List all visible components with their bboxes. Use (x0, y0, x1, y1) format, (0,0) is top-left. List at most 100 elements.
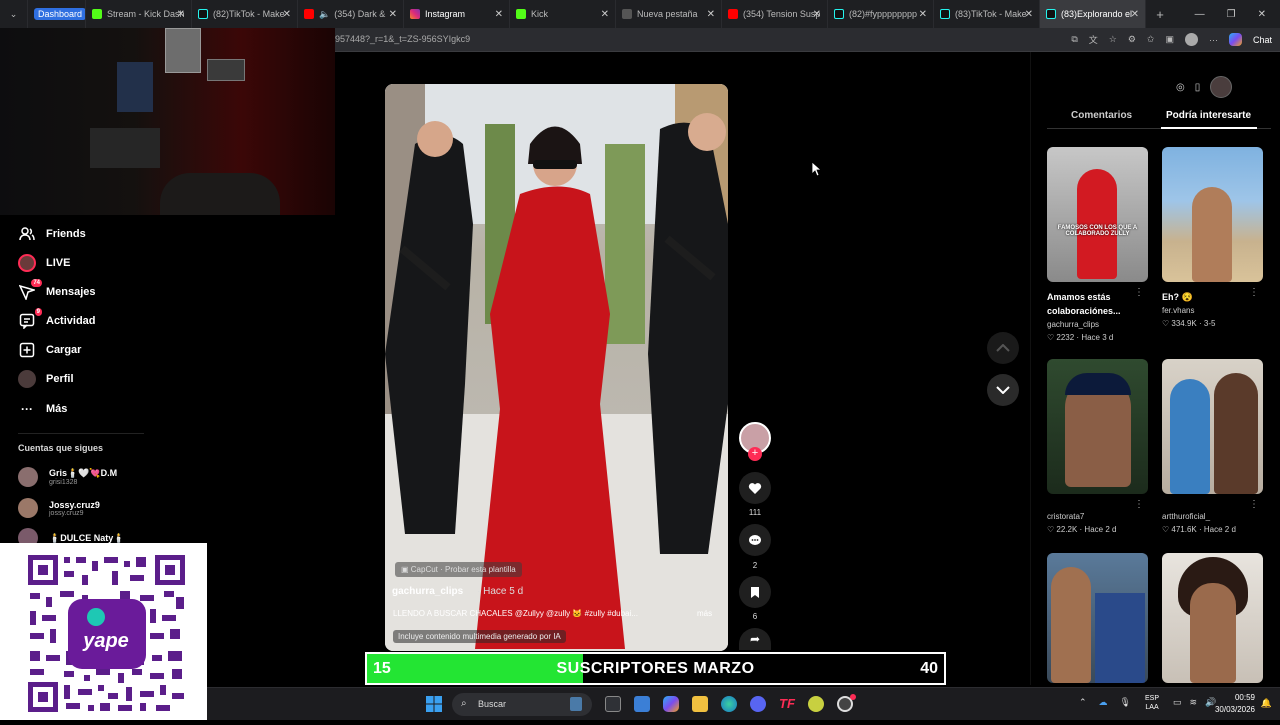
close-icon[interactable]: ✕ (601, 9, 609, 20)
previous-video-button[interactable] (987, 332, 1019, 364)
tab-list-button[interactable]: ⌄ (0, 0, 28, 28)
comment-button[interactable] (739, 524, 771, 556)
suggested-video-card[interactable]: ⋮ artthuroficial_ ♡ 471.6K · Hace 2 d (1162, 359, 1263, 534)
nav-profile[interactable]: Perfil (18, 370, 74, 388)
phone-icon[interactable]: ▯ (1195, 82, 1201, 93)
open-in-app-icon[interactable]: ⧉ (1071, 34, 1077, 45)
notifications-bell-icon[interactable]: 🔔 (1261, 698, 1272, 709)
video-author[interactable]: gachurra_clips (392, 586, 463, 597)
tab-label: (82)#fypppppppp (849, 9, 918, 19)
task-view-icon[interactable] (605, 696, 621, 712)
close-icon[interactable]: ✕ (919, 9, 927, 20)
close-window-icon[interactable]: ✕ (1258, 9, 1266, 20)
next-video-button[interactable] (987, 374, 1019, 406)
suggested-video-card[interactable]: ⋮ Eh? 😵 fer.vhans ♡ 334.9K · 3-5 (1162, 147, 1263, 328)
nav-live[interactable]: LIVE (18, 254, 70, 272)
save-button[interactable] (739, 576, 771, 608)
close-icon[interactable]: ✕ (283, 9, 291, 20)
copilot-icon[interactable] (1228, 33, 1242, 46)
close-icon[interactable]: ✕ (707, 9, 715, 20)
tab-tiktok-fyp[interactable]: (82)#fypppppppp ✕ (828, 0, 934, 28)
video-player[interactable]: ▣ CapCut · Probar esta plantilla gachurr… (385, 84, 728, 651)
tab-new-tab[interactable]: Nueva pestaña ✕ (616, 0, 722, 28)
more-options-icon[interactable]: ⋮ (1134, 499, 1144, 510)
nav-upload[interactable]: Cargar (18, 341, 81, 359)
tab-stream-kick[interactable]: Stream - Kick Dash ✕ (86, 0, 192, 28)
nav-friends[interactable]: Friends (18, 225, 86, 243)
suggested-video-card[interactable]: FAMOSOS CON LOS QUE A COLABORADO ZULLY ⋮… (1047, 147, 1148, 342)
keyboard-language[interactable]: ESP LAA (1145, 694, 1159, 712)
close-icon[interactable]: ✕ (1131, 9, 1139, 20)
close-icon[interactable]: ✕ (177, 9, 185, 20)
favorite-star-icon[interactable]: ☆ (1109, 34, 1117, 45)
nav-activity[interactable]: 9 Actividad (18, 308, 96, 330)
file-explorer-icon[interactable] (692, 696, 708, 712)
clock-time[interactable]: 00:59 (1235, 693, 1255, 702)
close-icon[interactable]: ✕ (813, 9, 821, 20)
like-button[interactable] (739, 472, 771, 504)
restore-icon[interactable]: ❐ (1227, 9, 1236, 20)
tab-kick[interactable]: Kick ✕ (510, 0, 616, 28)
close-icon[interactable]: ✕ (389, 9, 397, 20)
discord-icon[interactable] (750, 696, 766, 712)
following-account[interactable]: Jossy.cruz9 jossy.cruz9 (18, 498, 100, 518)
figurine-image (117, 62, 153, 112)
taskbar-search[interactable]: ⌕ Buscar (452, 693, 592, 716)
tray-chevron-up-icon[interactable]: ⌃ (1079, 697, 1087, 708)
tab-explorando-active[interactable]: (83)Explorando el ✕ (1040, 0, 1146, 28)
nav-more[interactable]: ··· Más (18, 400, 67, 418)
app-tf-icon[interactable]: TF (779, 696, 795, 712)
onedrive-icon[interactable]: ☁ (1099, 697, 1108, 708)
edge-icon[interactable] (721, 696, 737, 712)
copilot-app-icon[interactable] (663, 696, 679, 712)
more-options-icon[interactable]: ⋮ (1134, 287, 1144, 298)
quick-settings[interactable]: ▭ ≋ 🔊 (1173, 697, 1216, 708)
tab-label: (354) Dark & (334, 9, 386, 19)
card-age: Hace 3 d (1081, 333, 1114, 342)
minimize-icon[interactable]: — (1195, 9, 1205, 20)
nav-messages[interactable]: 74 Mensajes (18, 279, 96, 301)
tab-dashboard[interactable]: Dashboard (28, 0, 86, 28)
store-icon[interactable] (634, 696, 650, 712)
suggested-video-card[interactable]: ⋮ cristorata7 ♡ 22.2K · Hace 2 d (1047, 359, 1148, 534)
heart-outline-icon: ♡ (1047, 333, 1057, 342)
tab-comments[interactable]: Comentarios (1071, 110, 1132, 121)
thumbnail-text: FAMOSOS CON LOS QUE A COLABORADO ZULLY (1057, 225, 1138, 237)
follow-plus-icon[interactable]: + (748, 447, 762, 461)
url-text[interactable]: 957448?_r=1&_t=ZS-956SYIgkc9 (335, 34, 470, 44)
profile-avatar-icon[interactable] (1210, 76, 1233, 98)
tab-youtube-tension[interactable]: (354) Tension Susp ✕ (722, 0, 828, 28)
compass-icon[interactable]: ◎ (1176, 82, 1185, 93)
caption-more-link[interactable]: más (697, 609, 712, 618)
share-button[interactable]: ➦ (739, 628, 771, 650)
close-icon[interactable]: ✕ (495, 9, 503, 20)
more-options-icon[interactable]: ⋮ (1249, 287, 1259, 298)
following-account[interactable]: Gris🕯️🤍💘D.M grisi1328 (18, 467, 117, 487)
yape-qr-panel: yape (0, 543, 207, 720)
clock-date[interactable]: 30/03/2026 (1215, 705, 1255, 714)
tab-suggested[interactable]: Podría interesarte (1166, 110, 1251, 121)
tab-youtube-dark[interactable]: 🔈 (354) Dark & ✕ (298, 0, 404, 28)
tab-label: Instagram (425, 9, 466, 19)
close-icon[interactable]: ✕ (1025, 9, 1033, 20)
tab-instagram[interactable]: Instagram ✕ (404, 0, 510, 28)
suggested-video-card[interactable] (1047, 553, 1148, 683)
app-green-icon[interactable] (808, 696, 824, 712)
windows-start-icon[interactable] (426, 696, 442, 712)
favorites-icon[interactable]: ✩ (1147, 34, 1155, 45)
profile-avatar-icon[interactable] (1184, 33, 1198, 46)
more-options-icon[interactable]: ⋮ (1249, 499, 1259, 510)
microphone-icon[interactable]: 🎙 (1120, 697, 1131, 708)
capcut-template-tag[interactable]: ▣ CapCut · Probar esta plantilla (395, 562, 522, 577)
menu-dots-icon[interactable]: ··· (1209, 35, 1218, 45)
collections-icon[interactable]: ▣ (1165, 34, 1174, 45)
address-bar[interactable]: 957448?_r=1&_t=ZS-956SYIgkc9 ⧉ 文 ☆ ⚙ ✩ ▣… (335, 28, 1280, 52)
extensions-icon[interactable]: ⚙ (1128, 34, 1136, 45)
tab-tiktok-83[interactable]: (83)TikTok - Make ✕ (934, 0, 1040, 28)
chat-label[interactable]: Chat (1253, 35, 1272, 45)
translate-icon[interactable]: 文 (1089, 33, 1098, 46)
heart-outline-icon: ♡ (1162, 525, 1172, 534)
tab-tiktok-82[interactable]: (82)TikTok - Make ✕ (192, 0, 298, 28)
new-tab-button[interactable]: + (1146, 0, 1174, 28)
suggested-video-card[interactable] (1162, 553, 1263, 683)
